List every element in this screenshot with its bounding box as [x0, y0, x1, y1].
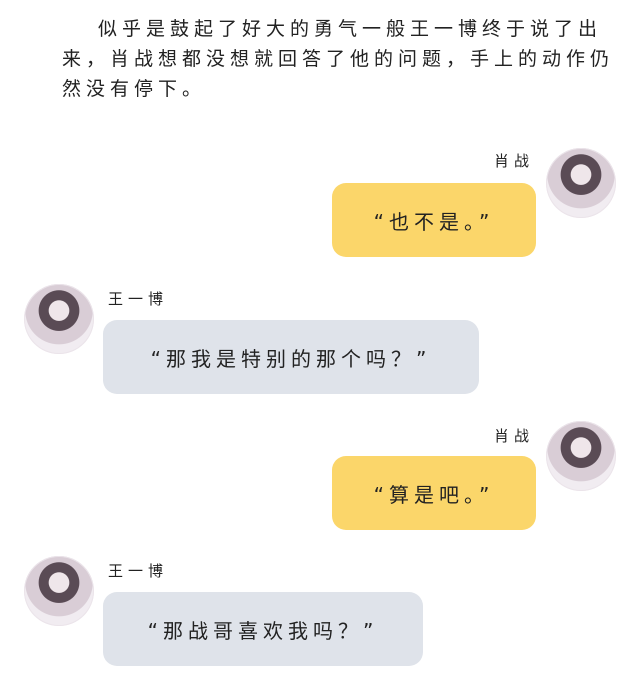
narration-text: 似乎是鼓起了好大的勇气一般王一博终于说了出来，肖战想都没想就回答了他的问题，手上… — [62, 18, 615, 100]
chat-bubble: “算是吧。” — [332, 456, 536, 530]
avatar — [546, 421, 616, 491]
avatar — [24, 556, 94, 626]
speaker-name: 王一博 — [108, 562, 169, 580]
avatar — [24, 284, 94, 354]
chat-bubble: “那我是特别的那个吗？” — [103, 320, 479, 394]
speaker-name: 王一博 — [108, 290, 169, 308]
chat-bubble: “也不是。” — [332, 183, 536, 257]
speaker-name: 肖战 — [494, 152, 535, 170]
chat-bubble: “那战哥喜欢我吗？” — [103, 592, 423, 666]
avatar — [546, 148, 616, 218]
speaker-name: 肖战 — [494, 427, 535, 445]
